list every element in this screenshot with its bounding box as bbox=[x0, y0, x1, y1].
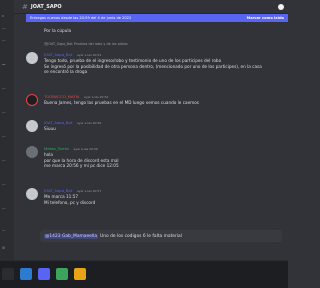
sidebar-entry[interactable]: — bbox=[2, 228, 12, 234]
message-line: Buena James, tengo las pruebas en el MD … bbox=[44, 100, 199, 105]
gear-icon[interactable]: ⚙ bbox=[2, 246, 12, 252]
avatar[interactable] bbox=[26, 94, 38, 106]
timestamp: ayer a las 20:57 bbox=[76, 189, 102, 193]
channel-header: # JOAT_SAPO bbox=[14, 0, 288, 14]
edge-icon[interactable] bbox=[20, 268, 32, 280]
timestamp: ayer a las 20:54 bbox=[76, 53, 102, 57]
author-name[interactable]: JOAT_Sapo_Bot bbox=[44, 188, 72, 193]
timestamp: ayer a las 20:56 bbox=[76, 121, 102, 125]
sidebar-entry[interactable]: — bbox=[2, 86, 12, 92]
sidebar-entry[interactable]: — bbox=[2, 110, 12, 116]
new-messages-text: Entregas nuevos desde las 20:59 del 4 de… bbox=[30, 16, 132, 20]
sidebar-entry[interactable]: — bbox=[2, 158, 12, 164]
taskbar bbox=[0, 260, 288, 288]
start-icon[interactable] bbox=[2, 268, 14, 280]
mark-as-read-button[interactable]: Marcar como leído bbox=[247, 16, 284, 20]
message-line: me marca 20:56 y mi pc dice 12:05 bbox=[44, 163, 119, 169]
avatar[interactable] bbox=[26, 52, 38, 64]
message-line: se encontró la droga bbox=[44, 69, 88, 75]
xbox-icon[interactable] bbox=[56, 268, 68, 280]
message-list: Por la cúpula @JOAT_Sapo_Bot Pruebas del… bbox=[26, 22, 288, 230]
sidebar-entry[interactable]: — bbox=[2, 206, 12, 212]
sidebar-entry[interactable]: — bbox=[2, 26, 12, 32]
timestamp: ayer a las 20:54 bbox=[84, 95, 109, 99]
sidebar-entry[interactable]: ʌ bbox=[2, 14, 12, 20]
message-input[interactable]: @1423 Gab_Mamaeella Uno de los codigos 6… bbox=[40, 230, 282, 242]
author-name[interactable]: Mateo_Torres bbox=[44, 146, 69, 151]
timestamp: ayer a las 20:56 bbox=[73, 147, 98, 151]
author-name[interactable]: JOAT_Sapo_Bot bbox=[44, 52, 72, 57]
message-line: Por la cúpula bbox=[44, 28, 72, 33]
author-name[interactable]: JOAT_Sapo_Bot bbox=[44, 120, 72, 125]
discord-icon[interactable] bbox=[38, 268, 50, 280]
message-input-text: Uno de los codigos 6 le falta material bbox=[100, 233, 182, 239]
user-mention[interactable]: @1423 Gab_Mamaeella bbox=[44, 233, 99, 239]
avatar[interactable] bbox=[26, 146, 38, 158]
sidebar-entry[interactable]: — bbox=[2, 134, 12, 140]
folder-icon[interactable] bbox=[74, 268, 86, 280]
avatar[interactable] bbox=[26, 188, 38, 200]
user-avatar[interactable] bbox=[278, 4, 284, 10]
sidebar-entry[interactable]: — bbox=[2, 38, 12, 44]
sidebar-entry[interactable]: — bbox=[2, 62, 12, 68]
sidebar-entry[interactable]: — bbox=[2, 182, 12, 188]
message-line: Mi telefono, pc y discord bbox=[44, 199, 96, 205]
channel-hash-icon: # bbox=[22, 2, 28, 11]
avatar[interactable] bbox=[26, 120, 38, 132]
message-line: Siuuu bbox=[44, 126, 56, 131]
author-name[interactable]: TOOBACCO_MAFIA bbox=[44, 94, 79, 99]
channel-sidebar-edge: ʌ — — — — — — — — — — ⚙ bbox=[0, 0, 14, 260]
reply-preview[interactable]: @JOAT_Sapo_Bot Pruebas del robo y de las… bbox=[44, 42, 128, 46]
channel-name: JOAT_SAPO bbox=[30, 3, 62, 10]
new-messages-bar[interactable]: Entregas nuevos desde las 20:59 del 4 de… bbox=[26, 14, 288, 22]
